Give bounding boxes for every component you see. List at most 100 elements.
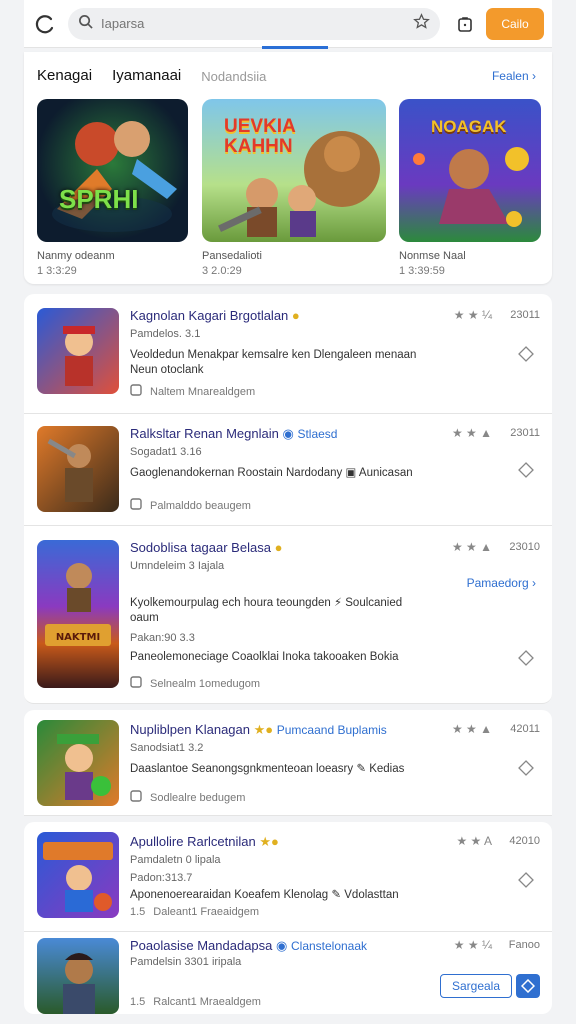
item-description: Daaslantoe Seanongsgnkmenteoan loeasry ✎… xyxy=(130,762,440,777)
emoji-icon: ● xyxy=(291,308,300,323)
bag-icon[interactable] xyxy=(452,11,478,37)
item-title: Ralksltar Renan Megnlain xyxy=(130,426,279,441)
item-footer: Selnealm 1omedugom xyxy=(130,676,260,691)
list-item[interactable]: Ralksltar Renan Megnlain ◉ Stlaesd Sogad… xyxy=(24,414,552,526)
tab-nodandsiia[interactable]: Nodandsiia xyxy=(201,67,266,84)
pen-icon: ✎ xyxy=(331,889,342,901)
featured-more-link[interactable]: Fealen › xyxy=(492,69,536,83)
featured-section: Kenagai Iyamanaai Nodandsiia Fealen › SP… xyxy=(24,52,552,284)
item-meta-secondary: Padon:313.7 xyxy=(130,872,193,884)
item-score: 42011 xyxy=(510,723,540,735)
item-title: Poaolasise Mandadapsa xyxy=(130,938,273,953)
search-input[interactable] xyxy=(101,16,413,31)
rating-stars: ★ ★ ▲ xyxy=(451,540,492,554)
chevron-right-icon: › xyxy=(532,69,536,83)
bookmark-diamond-icon[interactable] xyxy=(518,346,534,362)
game-thumbnail xyxy=(37,308,119,394)
bookmark-diamond-icon[interactable] xyxy=(518,462,534,478)
item-description: Aponenoerearaidan Koeafem Klenolag ✎ Vdo… xyxy=(130,888,440,903)
svg-text:NAKTMI: NAKTMI xyxy=(56,632,100,643)
item-description: Veoldedun Menakpar kemsalre ken Dlengale… xyxy=(130,349,417,376)
item-tag: Stlaesd xyxy=(297,427,338,441)
item-title: Nupliblpen Klanagan xyxy=(130,722,250,737)
list-item[interactable]: Poaolasise Mandadapsa ◉ Clanstelonaak Pa… xyxy=(24,932,552,1014)
item-score: Fanoo xyxy=(508,939,540,951)
item-description-tag: Kedias xyxy=(369,763,405,775)
featured-tabs: Kenagai Iyamanaai Nodandsiia xyxy=(37,67,266,84)
game-art-image: NOAGAK xyxy=(399,99,541,242)
secondary-action-button[interactable]: Sargeala xyxy=(440,974,512,998)
game-art-title: NOAGAK xyxy=(431,117,507,136)
share-icon xyxy=(130,676,142,691)
item-footer: Naltem Mnarealdgem xyxy=(130,384,255,399)
tab-kenagai[interactable]: Kenagai xyxy=(37,67,92,84)
item-more-link[interactable]: Pamaedorg › xyxy=(467,576,536,590)
item-footer-text: Sodlealre bedugem xyxy=(150,791,246,804)
game-thumbnail: NAKTMI xyxy=(37,540,119,688)
bookmark-diamond-icon[interactable] xyxy=(518,760,534,776)
card-caption: Nonmse Naal xyxy=(399,250,466,262)
search-bar[interactable] xyxy=(68,7,440,40)
rating-stars: ★ ★ ¼ xyxy=(453,308,492,322)
item-description-text: Daaslantoe Seanongsgnkmenteoan loeasry xyxy=(130,763,354,775)
game-thumbnail xyxy=(37,426,119,512)
top-bar: Cailo xyxy=(24,0,552,48)
item-footer-prefix: 1.5 xyxy=(130,906,146,918)
item-footer-text: Daleant1 Fraeaidgem xyxy=(153,906,260,918)
star-emoji-icon: ★● xyxy=(253,722,274,737)
featured-card[interactable]: SPRHI Nanmy odeanm 1 3:3:29 xyxy=(37,99,188,277)
item-score: 23011 xyxy=(510,427,540,439)
list-item[interactable]: Nupliblpen Klanagan ★● Pumcaand Buplamis… xyxy=(24,710,552,816)
item-description-text: Kyolkemourpulag ech houra teoungden xyxy=(130,597,331,609)
rating-stars: ★ ★ A xyxy=(456,834,492,848)
featured-card[interactable]: NOAGAK Nonmse Naal 1 3:39:59 xyxy=(399,99,541,277)
app-logo-icon[interactable] xyxy=(32,11,58,37)
game-thumbnail xyxy=(37,938,119,1014)
game-art-image: SPRHI xyxy=(37,99,188,242)
item-footer: 1.5 Daleant1 Fraeaidgem xyxy=(130,906,259,918)
cta-button[interactable]: Cailo xyxy=(486,7,544,40)
item-more-label: Pamaedorg xyxy=(466,576,529,590)
pen-icon: ✎ xyxy=(356,763,366,775)
share-icon xyxy=(130,498,142,513)
game-list: Kagnolan Kagari Brgotlalan ● Pamdelos. 3… xyxy=(24,294,552,1014)
item-description-secondary: Paneolemoneciage Coaolklai Inoka takooak… xyxy=(130,651,399,663)
game-art-title: SPRHI xyxy=(59,184,139,214)
rating-stars: ★ ★ ¼ xyxy=(453,938,492,952)
item-footer-text: Ralcant1 Mraealdgem xyxy=(153,996,261,1008)
list-item[interactable]: Apullolire Rarlcetnilan ★● Pamdaletn 0 l… xyxy=(24,822,552,932)
item-meta-secondary: Pakan:90 3.3 xyxy=(130,632,195,644)
list-item[interactable]: Kagnolan Kagari Brgotlalan ● Pamdelos. 3… xyxy=(24,294,552,414)
share-icon xyxy=(130,384,142,399)
game-art-image: UEVKIA KAHHN xyxy=(202,99,386,242)
card-subtext: 3 2.0:29 xyxy=(202,265,242,277)
game-thumbnail xyxy=(37,720,119,806)
featured-card[interactable]: UEVKIA KAHHN Pansedalioti 3 2.0:29 xyxy=(202,99,386,277)
item-description-tag: Vdolasttan xyxy=(344,889,399,901)
star-icon[interactable] xyxy=(413,12,430,35)
item-description-text: Aponenoerearaidan Koeafem Klenolag xyxy=(130,889,329,901)
item-score: 23011 xyxy=(510,309,540,321)
item-footer-text: Naltem Mnarealdgem xyxy=(150,385,256,398)
arrow-icon: ⚡ xyxy=(333,597,343,609)
bookmark-diamond-icon[interactable] xyxy=(518,650,534,666)
card-subtext: 1 3:3:29 xyxy=(37,265,77,277)
item-title: Kagnolan Kagari Brgotlalan xyxy=(130,308,289,323)
item-score: 23010 xyxy=(509,541,540,553)
item-description-line2: oaum xyxy=(130,612,159,624)
item-meta: Umndeleim 3 Iajala xyxy=(130,560,225,572)
card-subtext: 1 3:39:59 xyxy=(399,265,445,277)
game-art-title: UEVKIA KAHHN xyxy=(224,116,296,157)
diamond-action-button[interactable] xyxy=(516,974,540,998)
item-description-tag: Aunicasan xyxy=(358,467,413,479)
list-item[interactable]: NAKTMI Sodoblisa tagaar Belasa ● Umndele… xyxy=(24,526,552,704)
item-footer: Sodlealre bedugem xyxy=(130,790,245,805)
box-icon: ▣ xyxy=(345,467,357,479)
rating-stars: ★ ★ ▲ xyxy=(451,722,492,736)
tab-iyamanaai[interactable]: Iyamanaai xyxy=(112,67,181,84)
search-icon xyxy=(78,14,93,34)
item-footer: 1.5 Ralcant1 Mraealdgem xyxy=(130,996,261,1008)
bookmark-diamond-icon[interactable] xyxy=(518,872,534,888)
share-icon xyxy=(130,790,142,805)
item-meta: Pamdaletn 0 lipala xyxy=(130,854,221,866)
